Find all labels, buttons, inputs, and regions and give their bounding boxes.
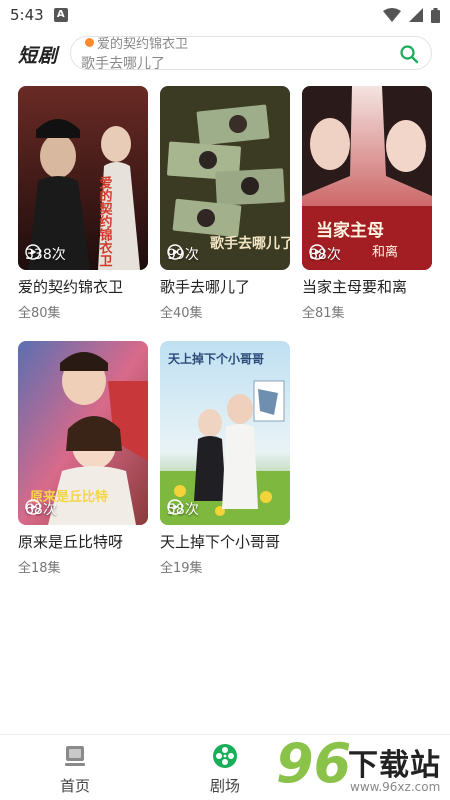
fire-icon [85, 38, 94, 47]
drama-card[interactable]: 当家主母 和离 88次 当家主母要和离 全81集 [302, 86, 432, 321]
play-count: 88次 [309, 244, 341, 264]
episode-count: 全19集 [160, 561, 203, 576]
tab-home[interactable]: 首页 [45, 743, 105, 796]
drama-poster[interactable]: 天上掉下个小哥哥 58次 [160, 341, 290, 525]
tab-theater-label: 剧场 [209, 777, 240, 795]
play-count: 58次 [167, 499, 199, 519]
status-right [383, 7, 440, 23]
episode-count: 全18集 [18, 561, 61, 576]
search-hot-suggestion: 爱的契约锦衣卫 [85, 33, 188, 52]
search-bar[interactable]: 爱的契约锦衣卫 歌手去哪儿了 [70, 33, 432, 73]
episode-count: 全80集 [18, 306, 61, 321]
status-time: 5:43 [10, 6, 44, 24]
play-icon [25, 244, 41, 260]
drama-poster[interactable]: 当家主母 和离 88次 [302, 86, 432, 270]
play-icon [167, 244, 183, 260]
home-icon [65, 746, 85, 766]
drama-title[interactable]: 当家主母要和离 [302, 276, 432, 297]
drama-card[interactable]: 天上掉下个小哥哥 58次 天上掉下个小哥哥 全19集 [160, 341, 290, 576]
play-count: 338次 [25, 244, 66, 264]
poster-title-art: 歌手去哪儿了 [210, 235, 290, 252]
drama-title[interactable]: 歌手去哪儿了 [160, 276, 290, 297]
drama-poster[interactable]: 原来是丘比特 68次 [18, 341, 148, 525]
film-reel-icon [213, 744, 237, 768]
play-count: 68次 [25, 499, 57, 519]
poster-title-art: 爱的契约锦衣卫 [97, 175, 114, 267]
search-hot-text: 爱的契约锦衣卫 [97, 37, 189, 52]
play-icon [309, 244, 325, 260]
search-placeholder[interactable]: 歌手去哪儿了 [81, 53, 165, 73]
watermark-logo-number: 96 [276, 732, 352, 795]
battery-icon [431, 7, 440, 23]
tab-home-label: 首页 [59, 777, 90, 795]
notification-icon: A [53, 8, 68, 22]
play-icon [25, 499, 41, 515]
episode-count: 全81集 [302, 306, 345, 321]
header: 短剧 爱的契约锦衣卫 歌手去哪儿了 [0, 34, 450, 74]
drama-title[interactable]: 原来是丘比特呀 [18, 531, 148, 552]
drama-poster[interactable]: 歌手去哪儿了 99次 [160, 86, 290, 270]
drama-title[interactable]: 爱的契约锦衣卫 [18, 276, 148, 297]
watermark-logo-text: 下载站 [348, 748, 441, 783]
watermark: 96 下载站 www.96xz.com [276, 732, 446, 798]
drama-card[interactable]: 原来是丘比特 68次 原来是丘比特呀 全18集 [18, 341, 148, 576]
poster-title-art: 天上掉下个小哥哥 [168, 351, 264, 366]
drama-card[interactable]: 爱的契约锦衣卫 338次 爱的契约锦衣卫 全80集 [18, 86, 148, 321]
episode-count: 全40集 [160, 306, 203, 321]
status-bar: 5:43 A [0, 0, 450, 30]
app-title: 短剧 [18, 44, 59, 67]
poster-subtitle-art: 和离 [372, 244, 398, 260]
play-count: 99次 [167, 244, 199, 264]
poster-title-art: 当家主母 [316, 220, 384, 241]
search-icon[interactable] [399, 44, 419, 64]
drama-card[interactable]: 歌手去哪儿了 99次 歌手去哪儿了 全40集 [160, 86, 290, 321]
tab-theater[interactable]: 剧场 [195, 743, 255, 796]
drama-poster[interactable]: 爱的契约锦衣卫 338次 [18, 86, 148, 270]
watermark-url: www.96xz.com [350, 780, 441, 794]
drama-title[interactable]: 天上掉下个小哥哥 [160, 531, 290, 552]
signal-icon [409, 8, 423, 22]
wifi-icon [383, 8, 401, 22]
play-icon [167, 499, 183, 515]
